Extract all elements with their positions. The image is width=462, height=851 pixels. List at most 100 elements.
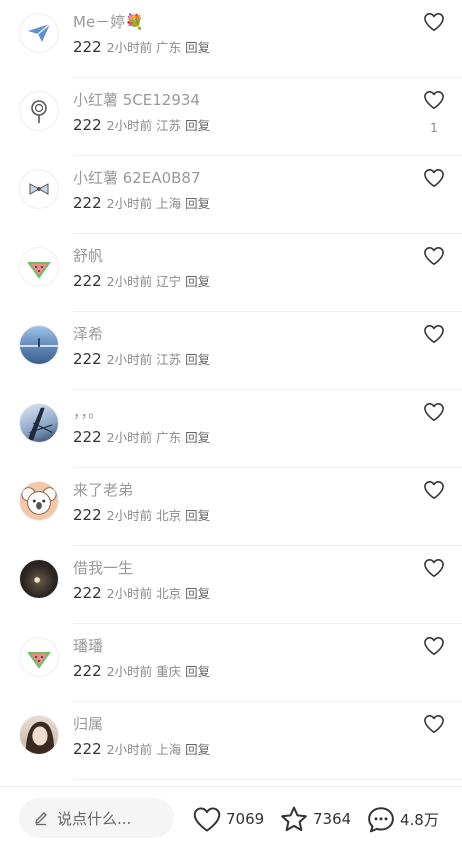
heart-outline-icon — [193, 806, 221, 832]
comment-meta-line: 222 2小时前 重庆 回复 — [73, 661, 210, 680]
comment-meta-line: 222 2小时前 广东 回复 — [73, 427, 210, 446]
like-button[interactable] — [422, 322, 446, 346]
comment-meta-line: 222 2小时前 江苏 回复 — [73, 349, 210, 368]
comment-meta-line: 222 2小时前 上海 回复 — [73, 193, 210, 212]
dark-photo-icon — [34, 577, 40, 583]
comments-count: 4.8万 — [400, 810, 439, 829]
heart-outline-icon — [424, 481, 444, 499]
avatar[interactable] — [19, 403, 59, 443]
like-button[interactable] — [422, 400, 446, 424]
like-post-button[interactable]: 7069 — [192, 803, 264, 835]
like-button[interactable] — [422, 634, 446, 658]
reply-button[interactable]: 回复 — [185, 661, 210, 680]
chat-bubble-icon — [368, 806, 394, 832]
like-button[interactable] — [422, 556, 446, 580]
comment-item: 泽希 222 2小时前 江苏 回复 — [0, 312, 462, 390]
reply-button[interactable]: 回复 — [185, 583, 210, 602]
comment-input-placeholder: 说点什么... — [57, 809, 132, 828]
comment-time: 2小时前 — [106, 664, 153, 679]
divider — [73, 779, 462, 780]
comment-location: 上海 — [156, 742, 182, 757]
comment-username[interactable]: 小红薯 62EA0B87 — [73, 167, 201, 188]
comment-time: 2小时前 — [106, 430, 153, 445]
heart-outline-icon — [424, 247, 444, 265]
comment-time: 2小时前 — [106, 352, 153, 367]
avatar[interactable] — [19, 169, 59, 209]
sea-photo-icon — [20, 338, 58, 347]
comment-text: 222 — [73, 38, 102, 56]
comment-location: 江苏 — [156, 352, 182, 367]
collect-button[interactable]: 7364 — [279, 803, 351, 835]
pencil-icon — [33, 810, 49, 826]
like-button[interactable] — [422, 712, 446, 736]
comment-time: 2小时前 — [106, 274, 153, 289]
comment-item: ，，。 222 2小时前 广东 回复 — [0, 390, 462, 468]
comment-username[interactable]: 舒帆 — [73, 245, 103, 266]
heart-outline-icon — [424, 637, 444, 655]
comment-item: 借我一生 222 2小时前 北京 回复 — [0, 546, 462, 624]
heart-outline-icon — [424, 91, 444, 109]
reply-button[interactable]: 回复 — [185, 115, 210, 134]
koala-icon — [21, 487, 57, 515]
comment-username[interactable]: 来了老弟 — [73, 479, 133, 500]
heart-outline-icon — [424, 169, 444, 187]
likes-count: 7069 — [226, 810, 265, 828]
comment-text: 222 — [73, 272, 102, 290]
reply-button[interactable]: 回复 — [185, 427, 210, 446]
avatar[interactable] — [19, 637, 59, 677]
comment-time: 2小时前 — [106, 118, 153, 133]
reply-button[interactable]: 回复 — [185, 37, 210, 56]
avatar[interactable] — [19, 91, 59, 131]
avatar[interactable] — [19, 715, 59, 755]
comment-text: 222 — [73, 428, 102, 446]
comment-button[interactable]: 4.8万 — [366, 803, 439, 835]
reply-button[interactable]: 回复 — [185, 193, 210, 212]
comment-meta-line: 222 2小时前 北京 回复 — [73, 505, 210, 524]
like-button[interactable] — [422, 88, 446, 112]
bow-icon — [29, 183, 49, 195]
reply-button[interactable]: 回复 — [185, 739, 210, 758]
avatar[interactable] — [19, 325, 59, 365]
comment-username[interactable]: 借我一生 — [73, 557, 133, 578]
avatar[interactable] — [19, 247, 59, 287]
avatar[interactable] — [19, 559, 59, 599]
comment-item: 小红薯 5CE12934 222 2小时前 江苏 回复 1 — [0, 78, 462, 156]
comment-location: 辽宁 — [156, 274, 182, 289]
comment-item: 璠璠 222 2小时前 重庆 回复 — [0, 624, 462, 702]
reply-button[interactable]: 回复 — [185, 349, 210, 368]
like-button[interactable] — [422, 10, 446, 34]
comment-item: Me－婷💐 222 2小时前 广东 回复 — [0, 0, 462, 78]
comment-time: 2小时前 — [106, 196, 153, 211]
comment-time: 2小时前 — [106, 508, 153, 523]
comment-username[interactable]: 璠璠 — [73, 635, 103, 656]
comment-username[interactable]: 归属 — [73, 713, 103, 734]
avatar[interactable] — [19, 481, 59, 521]
comment-meta-line: 222 2小时前 北京 回复 — [73, 583, 210, 602]
like-button[interactable] — [422, 478, 446, 502]
comment-item: 归属 222 2小时前 上海 回复 — [0, 702, 462, 780]
comment-text: 222 — [73, 662, 102, 680]
comment-time: 2小时前 — [106, 586, 153, 601]
comment-username[interactable]: 泽希 — [73, 323, 103, 344]
comment-text: 222 — [73, 740, 102, 758]
reply-button[interactable]: 回复 — [185, 505, 210, 524]
comment-text: 222 — [73, 116, 102, 134]
comment-meta-line: 222 2小时前 江苏 回复 — [73, 115, 210, 134]
watermelon-icon — [27, 652, 51, 669]
like-button[interactable] — [422, 244, 446, 268]
comment-input[interactable]: 说点什么... — [19, 798, 174, 838]
comment-username[interactable]: ，，。 — [73, 401, 103, 422]
avatar[interactable] — [19, 13, 59, 53]
comment-item: 小红薯 62EA0B87 222 2小时前 上海 回复 — [0, 156, 462, 234]
portrait-photo-icon — [25, 721, 55, 754]
comment-location: 北京 — [156, 508, 182, 523]
comment-meta-line: 222 2小时前 上海 回复 — [73, 739, 210, 758]
comment-username[interactable]: 小红薯 5CE12934 — [73, 89, 200, 110]
comment-username[interactable]: Me－婷💐 — [73, 11, 144, 32]
like-button[interactable] — [422, 166, 446, 190]
lollipop-icon — [31, 100, 47, 123]
comment-location: 北京 — [156, 586, 182, 601]
comment-text: 222 — [73, 584, 102, 602]
bottom-action-bar: 说点什么... 7069 7364 4.8万 — [0, 786, 462, 851]
reply-button[interactable]: 回复 — [185, 271, 210, 290]
